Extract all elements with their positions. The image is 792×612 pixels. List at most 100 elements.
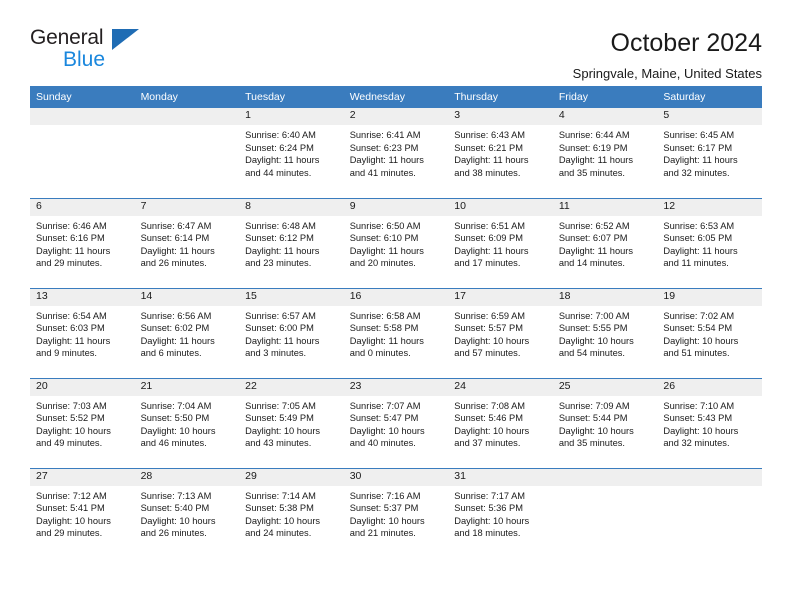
day-number: 12: [657, 198, 762, 216]
daylight-duration-line1: Daylight: 11 hours: [454, 155, 529, 166]
day-number: 23: [343, 378, 449, 396]
daylight-duration-line1: Daylight: 11 hours: [454, 245, 529, 256]
sunrise-time: Sunrise: 6:45 AM: [663, 130, 735, 140]
calendar-day-cell[interactable]: 14 Sunrise: 6:56 AM Sunset: 6:02 PM Dayligh…: [134, 287, 240, 378]
calendar-day-cell[interactable]: 2 Sunrise: 6:41 AM Sunset: 6:23 PM Daylight…: [343, 108, 449, 198]
calendar-day-cell[interactable]: 27 Sunrise: 7:12 AM Sunset: 5:41 PM Dayligh…: [30, 467, 135, 558]
calendar-day-cell[interactable]: 20 Sunrise: 7:03 AM Sunset: 5:52 PM Dayligh…: [30, 377, 135, 468]
day-number: 28: [134, 468, 240, 486]
day-details: Sunrise: 7:13 AM Sunset: 5:40 PM Daylight:…: [135, 486, 240, 540]
weekday-header-thursday: Thursday: [448, 86, 553, 108]
day-number: 3: [448, 108, 553, 125]
calendar-day-cell[interactable]: 17 Sunrise: 6:59 AM Sunset: 5:57 PM Dayligh…: [448, 287, 553, 378]
daylight-duration-line2: and 21 minutes.: [349, 528, 416, 539]
daylight-duration-line2: and 32 minutes.: [663, 167, 730, 178]
daylight-duration-line2: and 23 minutes.: [245, 258, 312, 269]
calendar-day-cell[interactable]: 13 Sunrise: 6:54 AM Sunset: 6:03 PM Dayligh…: [30, 287, 135, 378]
daylight-duration-line1: Daylight: 10 hours: [36, 515, 111, 526]
daylight-duration-line2: and 29 minutes.: [36, 258, 103, 269]
calendar-day-cell[interactable]: 31 Sunrise: 7:17 AM Sunset: 5:36 PM Dayligh…: [448, 467, 553, 558]
day-details: Sunrise: 6:59 AM Sunset: 5:57 PM Daylight:…: [448, 306, 553, 360]
calendar-day-cell[interactable]: 8 Sunrise: 6:48 AM Sunset: 6:12 PM Daylight…: [239, 197, 344, 288]
day-details: Sunrise: 7:09 AM Sunset: 5:44 PM Daylight:…: [553, 396, 658, 450]
day-details: Sunrise: 6:45 AM Sunset: 6:17 PM Daylight:…: [657, 125, 762, 179]
calendar-day-cell[interactable]: 4 Sunrise: 6:44 AM Sunset: 6:19 PM Daylight…: [552, 108, 658, 198]
sunrise-time: Sunrise: 7:03 AM: [36, 400, 107, 411]
daylight-duration-line2: and 29 minutes.: [36, 528, 103, 539]
day-details: Sunrise: 7:12 AM Sunset: 5:41 PM Daylight:…: [30, 486, 135, 540]
day-number: 5: [657, 108, 762, 125]
calendar-day-cell[interactable]: 6 Sunrise: 6:46 AM Sunset: 6:16 PM Daylight…: [30, 197, 135, 288]
sunset-time: Sunset: 5:54 PM: [663, 323, 733, 334]
calendar-day-cell[interactable]: 10 Sunrise: 6:51 AM Sunset: 6:09 PM Dayligh…: [448, 197, 553, 288]
calendar-day-cell[interactable]: 7 Sunrise: 6:47 AM Sunset: 6:14 PM Daylight…: [134, 197, 240, 288]
day-details: Sunrise: 6:54 AM Sunset: 6:03 PM Daylight:…: [30, 306, 135, 360]
daylight-duration-line2: and 35 minutes.: [558, 167, 625, 178]
sunset-time: Sunset: 6:23 PM: [349, 142, 419, 153]
sunrise-time: Sunrise: 6:56 AM: [140, 310, 212, 321]
daylight-duration-line1: Daylight: 10 hours: [454, 335, 530, 346]
daylight-duration-line2: and 18 minutes.: [454, 528, 521, 539]
sunrise-time: Sunrise: 6:48 AM: [245, 220, 316, 231]
sunset-time: Sunset: 6:12 PM: [245, 233, 314, 244]
calendar-day-cell[interactable]: 3 Sunrise: 6:43 AM Sunset: 6:21 PM Daylight…: [448, 108, 553, 198]
daylight-duration-line2: and 0 minutes.: [349, 348, 411, 359]
calendar-day-cell[interactable]: 29 Sunrise: 7:14 AM Sunset: 5:38 PM Dayligh…: [239, 467, 344, 558]
daylight-duration-line1: Daylight: 11 hours: [36, 245, 111, 256]
calendar-day-cell[interactable]: 22 Sunrise: 7:05 AM Sunset: 5:49 PM Dayligh…: [239, 377, 344, 468]
calendar-day-cell[interactable]: 19 Sunrise: 7:02 AM Sunset: 5:54 PM Dayligh…: [657, 287, 762, 378]
daylight-duration-line1: Daylight: 11 hours: [140, 335, 215, 346]
calendar-day-cell[interactable]: 23 Sunrise: 7:07 AM Sunset: 5:47 PM Dayligh…: [343, 377, 449, 468]
daylight-duration-line2: and 26 minutes.: [140, 528, 207, 539]
weekday-header-sunday: Sunday: [30, 86, 135, 108]
weekday-header-monday: Monday: [134, 86, 240, 108]
daylight-duration-line1: Daylight: 11 hours: [349, 245, 424, 256]
calendar-day-cell[interactable]: 18 Sunrise: 7:00 AM Sunset: 5:55 PM Dayligh…: [552, 287, 658, 378]
weekday-header-wednesday: Wednesday: [343, 86, 449, 108]
calendar-day-cell[interactable]: 25 Sunrise: 7:09 AM Sunset: 5:44 PM Dayligh…: [552, 377, 658, 468]
day-details: Sunrise: 7:16 AM Sunset: 5:37 PM Daylight:…: [344, 486, 449, 540]
sunset-time: Sunset: 5:36 PM: [454, 503, 523, 514]
calendar-day-cell[interactable]: 12 Sunrise: 6:53 AM Sunset: 6:05 PM Dayligh…: [657, 197, 762, 288]
daylight-duration-line2: and 24 minutes.: [245, 528, 312, 539]
daylight-duration-line2: and 35 minutes.: [558, 438, 625, 449]
sunset-time: Sunset: 6:16 PM: [36, 233, 105, 244]
sunrise-time: Sunrise: 6:54 AM: [36, 310, 107, 321]
daylight-duration-line1: Daylight: 11 hours: [245, 155, 320, 166]
calendar-day-cell[interactable]: 1 Sunrise: 6:40 AM Sunset: 6:24 PM Daylight…: [239, 108, 344, 198]
calendar-day-cell[interactable]: 16 Sunrise: 6:58 AM Sunset: 5:58 PM Dayligh…: [343, 287, 449, 378]
calendar-day-cell[interactable]: 15 Sunrise: 6:57 AM Sunset: 6:00 PM Dayligh…: [239, 287, 344, 378]
sunrise-time: Sunrise: 7:07 AM: [349, 400, 421, 411]
daylight-duration-line2: and 37 minutes.: [454, 438, 521, 449]
daylight-duration-line1: Daylight: 10 hours: [36, 425, 111, 436]
sunrise-time: Sunrise: 6:57 AM: [245, 310, 316, 321]
day-details: Sunrise: 7:03 AM Sunset: 5:52 PM Daylight:…: [30, 396, 135, 450]
daylight-duration-line1: Daylight: 10 hours: [245, 425, 321, 436]
calendar-day-cell[interactable]: 21 Sunrise: 7:04 AM Sunset: 5:50 PM Dayligh…: [134, 377, 240, 468]
calendar-day-cell[interactable]: 11 Sunrise: 6:52 AM Sunset: 6:07 PM Dayligh…: [552, 197, 658, 288]
calendar-day-cell[interactable]: 26 Sunrise: 7:10 AM Sunset: 5:43 PM Dayligh…: [657, 377, 762, 468]
daylight-duration-line1: Daylight: 10 hours: [349, 515, 425, 526]
sunrise-time: Sunrise: 6:40 AM: [245, 130, 316, 140]
day-details: Sunrise: 6:51 AM Sunset: 6:09 PM Daylight:…: [448, 216, 553, 270]
calendar-day-cell[interactable]: 30 Sunrise: 7:16 AM Sunset: 5:37 PM Dayligh…: [343, 467, 449, 558]
sunrise-time: Sunrise: 6:59 AM: [454, 310, 526, 321]
daylight-duration-line2: and 43 minutes.: [245, 438, 312, 449]
day-number: 6: [30, 198, 135, 216]
page-title: October 2024: [610, 29, 763, 57]
calendar-day-cell[interactable]: 9 Sunrise: 6:50 AM Sunset: 6:10 PM Daylight…: [343, 197, 449, 288]
daylight-duration-line1: Daylight: 10 hours: [663, 425, 739, 436]
calendar-day-cell[interactable]: 5 Sunrise: 6:45 AM Sunset: 6:17 PM Daylight…: [657, 108, 762, 198]
sunset-time: Sunset: 6:03 PM: [36, 323, 105, 334]
day-details: Sunrise: 7:08 AM Sunset: 5:46 PM Daylight:…: [448, 396, 553, 450]
calendar-day-cell-empty: [30, 108, 135, 198]
calendar-day-cell[interactable]: 24 Sunrise: 7:08 AM Sunset: 5:46 PM Dayligh…: [448, 377, 553, 468]
calendar-page: General Blue October 2024 Springvale, Ma…: [0, 0, 792, 612]
daylight-duration-line1: Daylight: 11 hours: [140, 245, 215, 256]
sunset-time: Sunset: 6:05 PM: [663, 233, 733, 244]
sunrise-time: Sunrise: 7:04 AM: [140, 400, 212, 411]
calendar-day-cell[interactable]: 28 Sunrise: 7:13 AM Sunset: 5:40 PM Dayligh…: [134, 467, 240, 558]
day-details: Sunrise: 7:14 AM Sunset: 5:38 PM Daylight:…: [239, 486, 344, 540]
sunset-time: Sunset: 6:10 PM: [349, 233, 419, 244]
daylight-duration-line1: Daylight: 10 hours: [349, 425, 425, 436]
